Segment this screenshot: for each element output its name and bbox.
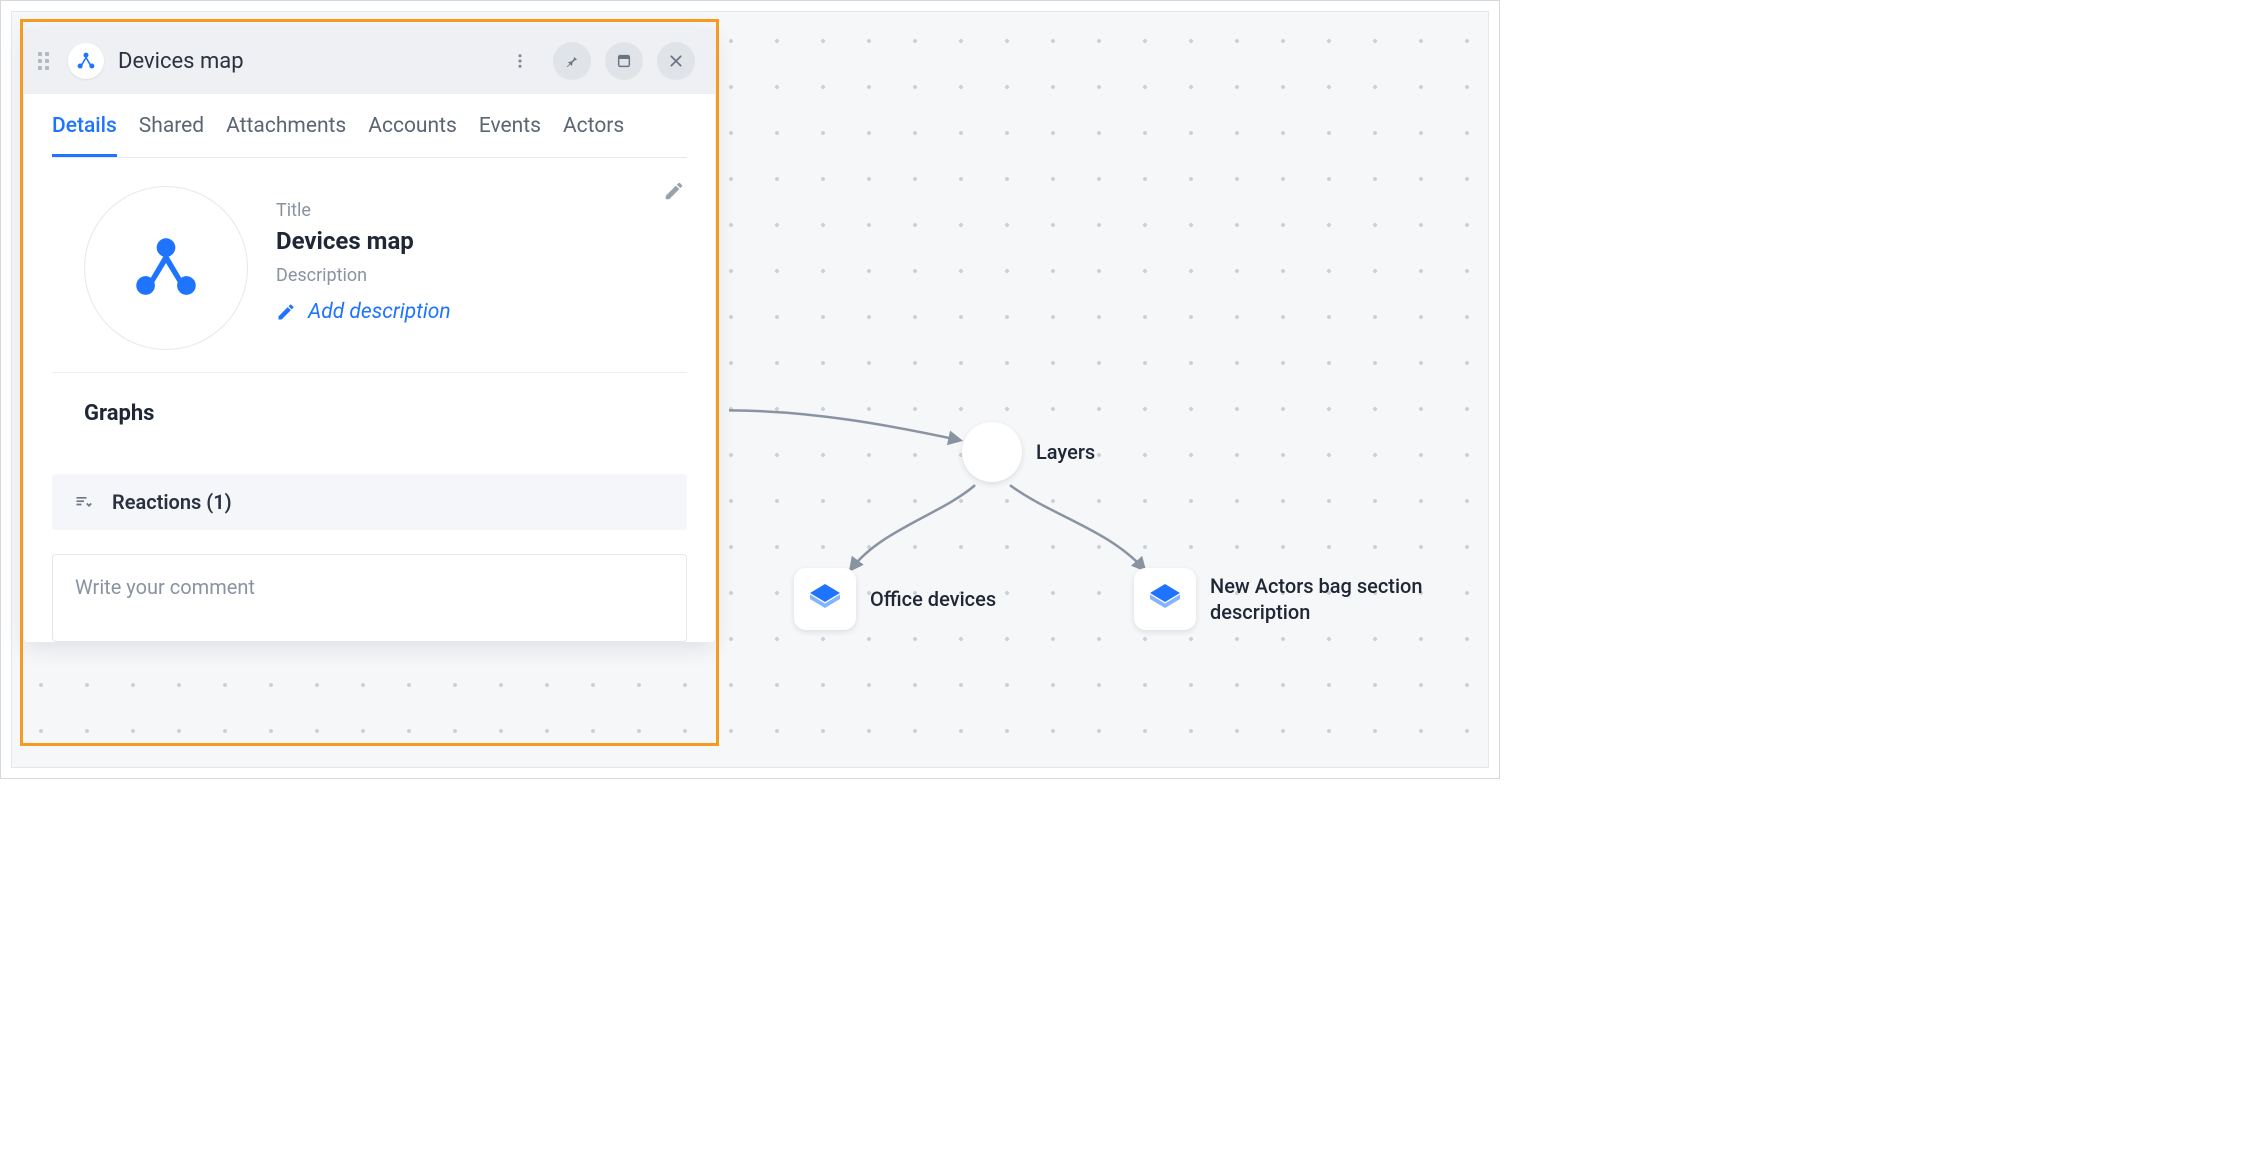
reactions-header[interactable]: Reactions (1) [52, 474, 687, 530]
node-layers-label: Layers [1036, 439, 1095, 465]
node-office-devices[interactable]: Office devices [794, 568, 996, 630]
close-icon [668, 53, 684, 69]
tab-details[interactable]: Details [52, 114, 117, 157]
window-icon [616, 53, 632, 69]
more-menu-button[interactable] [501, 42, 539, 80]
pencil-icon [663, 180, 685, 202]
layers-icon [1134, 568, 1196, 630]
details-panel: Devices map Details Shared Attachments A… [24, 28, 715, 642]
comment-input[interactable]: Write your comment [52, 554, 687, 642]
add-description-button[interactable]: Add description [276, 300, 687, 324]
tab-events[interactable]: Events [479, 114, 541, 157]
sort-icon [74, 492, 94, 512]
tab-shared[interactable]: Shared [139, 114, 204, 157]
node-layers[interactable]: Layers [962, 422, 1095, 482]
entity-type-icon [68, 43, 104, 79]
tab-bar: Details Shared Attachments Accounts Even… [52, 94, 687, 158]
entity-avatar[interactable] [84, 186, 248, 350]
panel-title: Devices map [118, 49, 487, 74]
node-new-actors-label: New Actors bag section description [1210, 573, 1460, 625]
graphs-heading: Graphs [24, 373, 715, 474]
node-office-label: Office devices [870, 586, 996, 612]
reactions-label: Reactions (1) [112, 490, 232, 514]
node-layers-icon [962, 422, 1022, 482]
description-field-label: Description [276, 265, 687, 286]
add-description-label: Add description [308, 300, 451, 324]
pin-icon [564, 53, 580, 69]
close-button[interactable] [657, 42, 695, 80]
pin-button[interactable] [553, 42, 591, 80]
drag-handle-icon[interactable] [38, 50, 54, 72]
tab-actors[interactable]: Actors [563, 114, 624, 157]
title-field-label: Title [276, 200, 687, 221]
panel-header: Devices map [24, 28, 715, 94]
kebab-icon [511, 52, 529, 70]
edit-button[interactable] [663, 180, 685, 206]
tab-attachments[interactable]: Attachments [226, 114, 346, 157]
pencil-icon [276, 302, 296, 322]
detail-main: Title Devices map Description Add descri… [24, 158, 715, 372]
comment-placeholder: Write your comment [75, 575, 255, 599]
layers-icon [794, 568, 856, 630]
tab-accounts[interactable]: Accounts [368, 114, 457, 157]
node-new-actors-bag[interactable]: New Actors bag section description [1134, 568, 1460, 630]
open-window-button[interactable] [605, 42, 643, 80]
title-value: Devices map [276, 227, 687, 255]
